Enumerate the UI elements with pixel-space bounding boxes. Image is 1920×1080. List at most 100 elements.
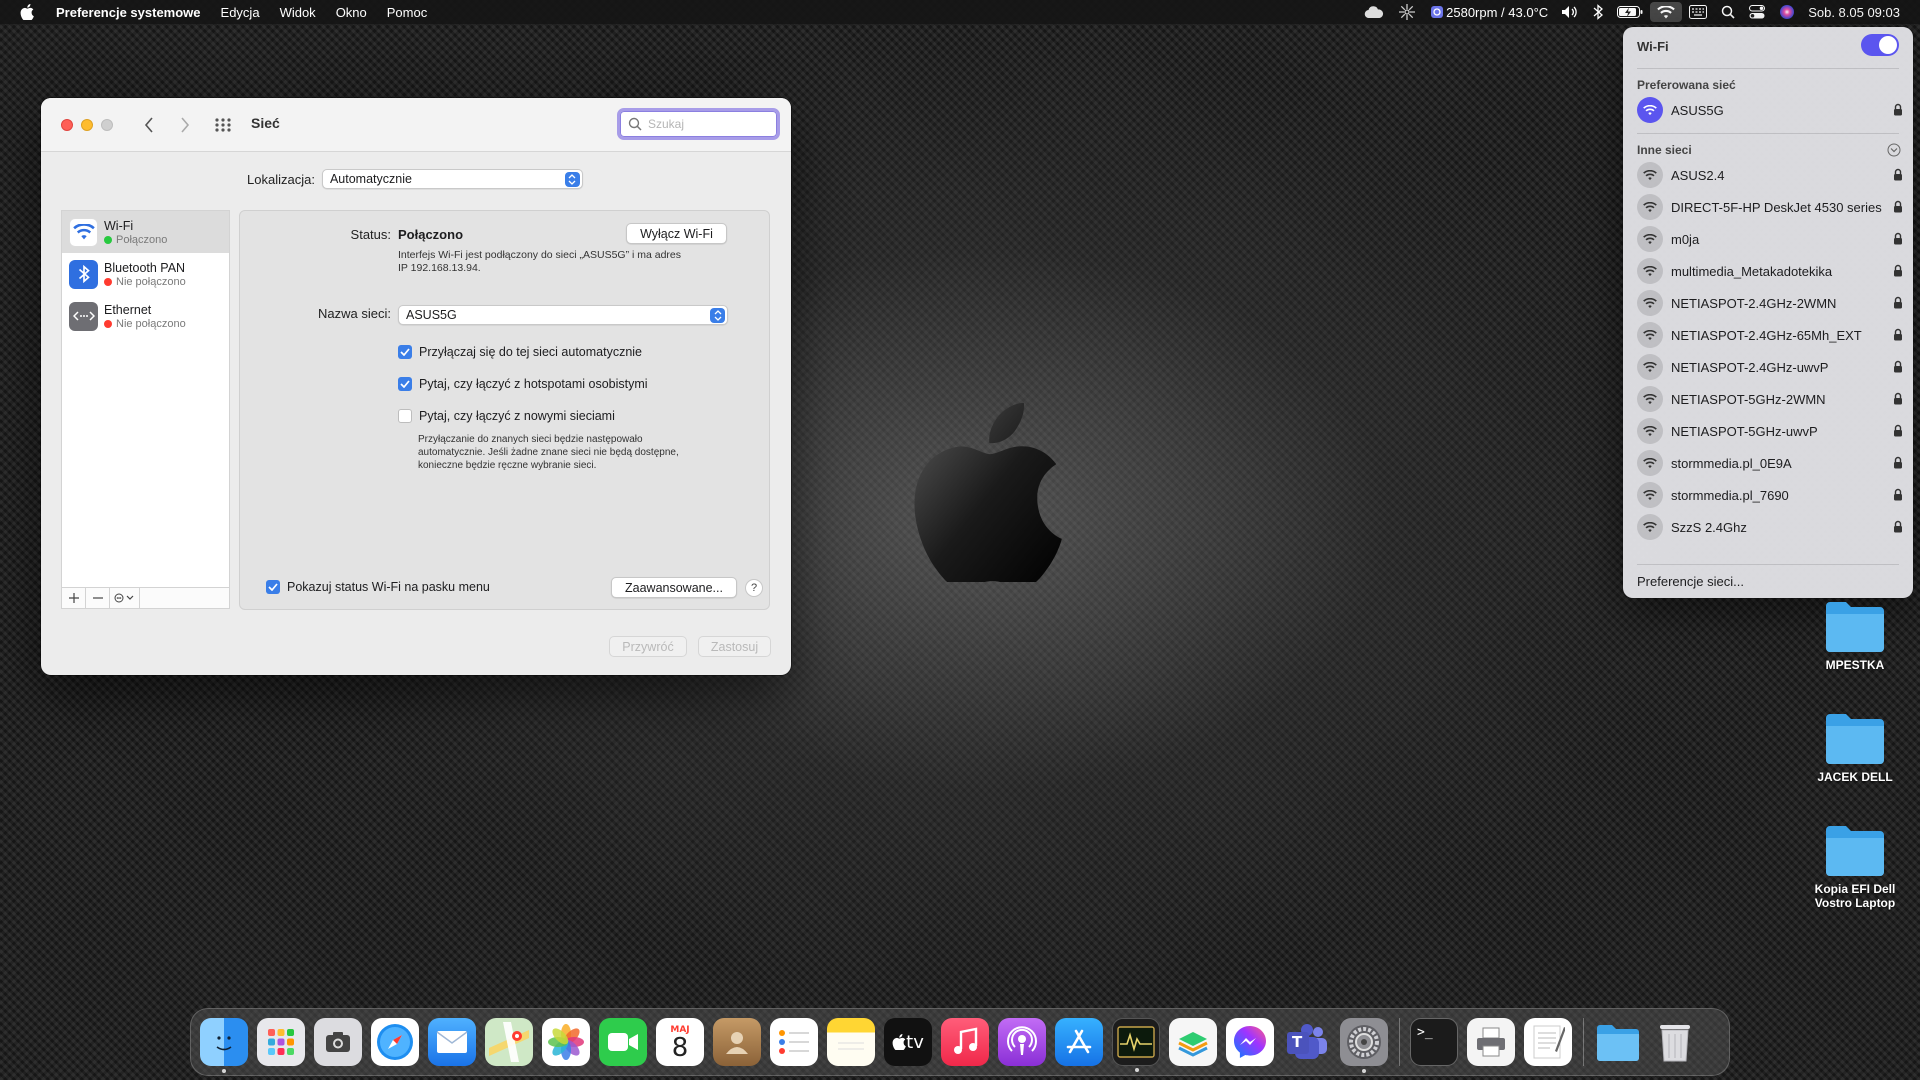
preferred-network-item[interactable]: ASUS5G bbox=[1637, 97, 1903, 123]
network-item[interactable]: multimedia_Metakadotekika bbox=[1637, 258, 1903, 284]
fan-icon[interactable] bbox=[1391, 0, 1423, 24]
forward-button[interactable] bbox=[173, 112, 197, 138]
show-all-grid-icon[interactable] bbox=[213, 115, 233, 135]
mail-icon[interactable] bbox=[428, 1018, 476, 1066]
service-bluetooth-pan[interactable]: Bluetooth PAN Nie połączono bbox=[62, 253, 229, 295]
system-preferences-icon[interactable] bbox=[1340, 1018, 1388, 1073]
network-item[interactable]: SzzS 2.4Ghz bbox=[1637, 514, 1903, 540]
network-item[interactable]: m0ja bbox=[1637, 226, 1903, 252]
notes-icon[interactable] bbox=[827, 1018, 875, 1066]
dock: MAJ 8 tv T >_ bbox=[190, 1008, 1730, 1076]
service-ethernet[interactable]: Ethernet Nie połączono bbox=[62, 295, 229, 337]
volume-icon[interactable] bbox=[1554, 0, 1586, 24]
minimize-button[interactable] bbox=[81, 119, 93, 131]
battery-icon[interactable] bbox=[1610, 0, 1650, 24]
bluetooth-icon[interactable] bbox=[1586, 0, 1610, 24]
collapse-chevron-icon[interactable] bbox=[1887, 143, 1901, 157]
menu-edit[interactable]: Edycja bbox=[221, 5, 260, 20]
apply-button[interactable]: Zastosuj bbox=[698, 636, 771, 657]
app-menu[interactable]: Preferencje systemowe bbox=[56, 5, 201, 20]
control-center-icon[interactable] bbox=[1742, 0, 1772, 24]
network-name-popup[interactable]: ASUS5G bbox=[398, 305, 728, 325]
spotlight-search-icon[interactable] bbox=[1714, 0, 1742, 24]
network-item[interactable]: NETIASPOT-2.4GHz-2WMN bbox=[1637, 290, 1903, 316]
network-name: stormmedia.pl_7690 bbox=[1671, 487, 1789, 503]
screenshot-icon[interactable] bbox=[314, 1018, 362, 1066]
help-button[interactable]: ? bbox=[745, 579, 763, 597]
search-field[interactable] bbox=[617, 108, 780, 140]
calendar-day: 8 bbox=[671, 1033, 689, 1063]
ask-new-networks-checkbox[interactable]: Pytaj, czy łączyć z nowymi sieciami bbox=[398, 409, 615, 423]
auto-join-checkbox[interactable]: Przyłączaj się do tej sieci automatyczni… bbox=[398, 345, 642, 359]
network-item[interactable]: NETIASPOT-5GHz-2WMN bbox=[1637, 386, 1903, 412]
network-item[interactable]: NETIASPOT-2.4GHz-uwvP bbox=[1637, 354, 1903, 380]
search-input[interactable] bbox=[648, 117, 768, 131]
layers-app-icon[interactable] bbox=[1169, 1018, 1217, 1066]
turn-off-wifi-button[interactable]: Wyłącz Wi-Fi bbox=[626, 223, 727, 244]
cpu-monitor-icon[interactable] bbox=[1423, 0, 1446, 24]
wifi-dropdown-menu: Wi-Fi Preferowana sieć ASUS5G Inne sieci… bbox=[1623, 27, 1913, 598]
remove-service-button[interactable] bbox=[86, 588, 110, 608]
contacts-icon[interactable] bbox=[713, 1018, 761, 1066]
safari-icon[interactable] bbox=[371, 1018, 419, 1066]
folder-label: MPESTKA bbox=[1825, 658, 1885, 672]
menu-window[interactable]: Okno bbox=[336, 5, 367, 20]
window-title: Sieć bbox=[251, 115, 280, 131]
teams-icon[interactable]: T bbox=[1283, 1018, 1331, 1066]
revert-button[interactable]: Przywróć bbox=[609, 636, 687, 657]
close-button[interactable] bbox=[61, 119, 73, 131]
apple-menu-icon[interactable] bbox=[20, 4, 38, 20]
activity-monitor-icon[interactable] bbox=[1112, 1018, 1160, 1072]
desktop-folder-kopia-efi[interactable]: Kopia EFI Dell Vostro Laptop bbox=[1800, 824, 1910, 910]
ask-hotspots-checkbox[interactable]: Pytaj, czy łączyć z hotspotami osobistym… bbox=[398, 377, 648, 391]
network-item[interactable]: DIRECT-5F-HP DeskJet 4530 series bbox=[1637, 194, 1903, 220]
show-wifi-status-label: Pokazuj status Wi-Fi na pasku menu bbox=[287, 580, 490, 594]
network-item[interactable]: ASUS2.4 bbox=[1637, 162, 1903, 188]
network-item[interactable]: stormmedia.pl_0E9A bbox=[1637, 450, 1903, 476]
music-icon[interactable] bbox=[941, 1018, 989, 1066]
advanced-button[interactable]: Zaawansowane... bbox=[611, 577, 737, 598]
network-preferences-link[interactable]: Preferencje sieci... bbox=[1637, 574, 1744, 589]
finder-icon[interactable] bbox=[200, 1018, 248, 1073]
menu-view[interactable]: Widok bbox=[280, 5, 316, 20]
maps-icon[interactable] bbox=[485, 1018, 533, 1066]
apple-tv-icon[interactable]: tv bbox=[884, 1018, 932, 1066]
service-actions-button[interactable] bbox=[110, 588, 140, 608]
network-item[interactable]: stormmedia.pl_7690 bbox=[1637, 482, 1903, 508]
keyboard-icon[interactable] bbox=[1682, 0, 1714, 24]
downloads-folder-icon[interactable] bbox=[1594, 1018, 1642, 1066]
fan-temp-readout[interactable]: 2580rpm / 43.0°C bbox=[1446, 5, 1554, 20]
zoom-button[interactable] bbox=[101, 119, 113, 131]
textedit-icon[interactable] bbox=[1524, 1018, 1572, 1066]
app-store-icon[interactable] bbox=[1055, 1018, 1103, 1066]
calendar-icon[interactable]: MAJ 8 bbox=[656, 1018, 704, 1066]
checkmark-icon bbox=[398, 345, 412, 359]
menu-help[interactable]: Pomoc bbox=[387, 5, 427, 20]
action-menu-icon bbox=[114, 593, 133, 603]
service-list-toolbar bbox=[61, 588, 230, 609]
reminders-icon[interactable] bbox=[770, 1018, 818, 1066]
service-wifi[interactable]: Wi-Fi Połączono bbox=[62, 211, 229, 253]
trash-icon[interactable] bbox=[1651, 1018, 1699, 1066]
messenger-icon[interactable] bbox=[1226, 1018, 1274, 1066]
wifi-menu-icon[interactable] bbox=[1650, 2, 1683, 22]
clock[interactable]: Sob. 8.05 09:03 bbox=[1802, 5, 1906, 20]
photos-icon[interactable] bbox=[542, 1018, 590, 1066]
cloud-icon[interactable] bbox=[1357, 0, 1391, 24]
printer-utility-icon[interactable] bbox=[1467, 1018, 1515, 1066]
wifi-toggle-switch[interactable] bbox=[1861, 34, 1899, 56]
back-button[interactable] bbox=[137, 112, 161, 138]
network-item[interactable]: NETIASPOT-2.4GHz-65Mh_EXT bbox=[1637, 322, 1903, 348]
terminal-icon[interactable]: >_ bbox=[1410, 1018, 1458, 1066]
network-item[interactable]: NETIASPOT-5GHz-uwvP bbox=[1637, 418, 1903, 444]
add-service-button[interactable] bbox=[62, 588, 86, 608]
desktop-folder-jacek-dell[interactable]: JACEK DELL bbox=[1800, 712, 1910, 784]
desktop-folder-mpestka[interactable]: MPESTKA bbox=[1800, 600, 1910, 672]
location-popup[interactable]: Automatycznie bbox=[321, 169, 583, 189]
launchpad-icon[interactable] bbox=[257, 1018, 305, 1066]
podcasts-icon[interactable] bbox=[998, 1018, 1046, 1066]
show-wifi-status-checkbox[interactable]: Pokazuj status Wi-Fi na pasku menu bbox=[266, 580, 490, 594]
siri-icon[interactable] bbox=[1772, 0, 1802, 24]
facetime-icon[interactable] bbox=[599, 1018, 647, 1066]
network-name: multimedia_Metakadotekika bbox=[1671, 263, 1833, 279]
